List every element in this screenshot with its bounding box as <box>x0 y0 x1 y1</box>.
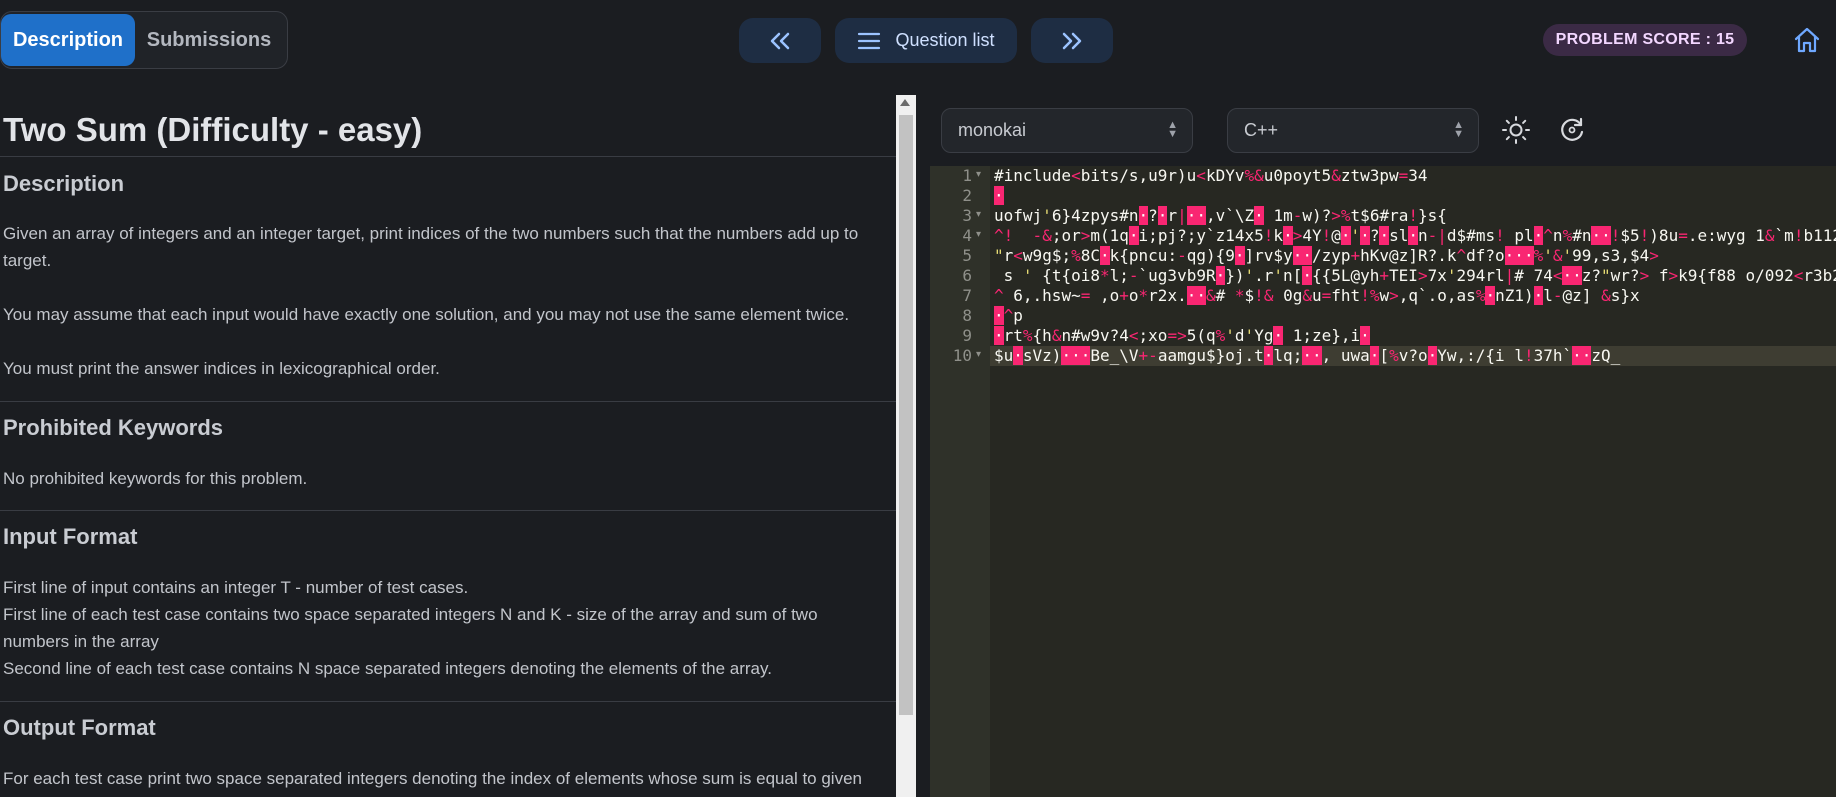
home-button[interactable] <box>1792 24 1822 56</box>
fold-arrow-icon[interactable]: ▾ <box>976 349 981 360</box>
question-list-button[interactable]: Question list <box>835 18 1017 63</box>
tab-description[interactable]: Description <box>1 14 135 66</box>
code-line[interactable]: ·rt%{h&n#w9v?4<;xo=>5(q%'d'Yg· 1;ze},i· <box>994 326 1370 345</box>
code-line[interactable]: uofwj'6}4zpys#n·?·r|··,v`\Z· 1m-w)?>%t$6… <box>994 206 1447 225</box>
line-number: 4 <box>962 226 972 245</box>
home-icon <box>1794 27 1820 53</box>
line-number: 6 <box>962 266 972 285</box>
top-bar: Description Submissions Question list PR <box>0 0 1836 80</box>
scrollbar-thumb[interactable] <box>899 115 913 715</box>
list-icon <box>858 32 881 49</box>
prohibited-keywords-text: No prohibited keywords for this problem. <box>3 469 308 488</box>
output-format-text: For each test case print two space separ… <box>3 769 862 788</box>
input-format-heading: Input Format <box>3 524 138 549</box>
problem-title: Two Sum (Difficulty - easy) <box>3 111 423 148</box>
theme-select-value: monokai <box>958 120 1027 140</box>
theme-toggle-button[interactable] <box>1498 112 1534 148</box>
sun-icon <box>1502 116 1530 144</box>
line-number: 3 <box>962 206 972 225</box>
language-select-value: C++ <box>1244 120 1279 140</box>
fold-arrow-icon[interactable]: ▾ <box>976 209 981 220</box>
fold-arrow-icon[interactable]: ▾ <box>976 229 981 240</box>
problem-statement-panel: Two Sum (Difficulty - easy) Description … <box>0 95 896 797</box>
question-list-label: Question list <box>895 30 995 50</box>
line-number: 7 <box>962 286 972 305</box>
view-tabs: Description Submissions <box>0 11 288 69</box>
line-number: 10 <box>952 346 972 365</box>
code-line[interactable]: ^ 6,.hsw~= ,o+o*r2x.··&# *$!& 0g&u=fht!%… <box>994 286 1640 305</box>
input-format-line-1: First line of input contains an integer … <box>3 578 469 597</box>
code-line[interactable]: ·^p <box>994 306 1023 325</box>
divider <box>0 510 896 511</box>
statement-scrollbar[interactable] <box>896 95 916 797</box>
divider <box>0 156 896 157</box>
problem-score-badge: PROBLEM SCORE : 15 <box>1543 24 1747 56</box>
language-select[interactable]: C++ ▲ ▼ <box>1227 108 1479 153</box>
description-paragraph-2: You may assume that each input would hav… <box>3 305 850 324</box>
double-chevron-right-icon <box>1062 32 1082 49</box>
previous-question-button[interactable] <box>739 18 821 63</box>
description-heading: Description <box>3 171 125 196</box>
description-paragraph-1: Given an array of integers and an intege… <box>3 224 859 270</box>
select-caret-icon: ▲ ▼ <box>1453 119 1464 140</box>
reset-icon <box>1561 117 1584 141</box>
divider <box>0 401 896 402</box>
code-line[interactable]: $u·sVz)···Be_\V+-aamgu$}oj.t·lq;··, uwa·… <box>994 346 1620 365</box>
line-number: 5 <box>962 246 972 265</box>
line-number: 1 <box>962 166 972 185</box>
line-number: 8 <box>962 306 972 325</box>
select-caret-icon: ▲ ▼ <box>1167 119 1178 140</box>
description-paragraph-3: You must print the answer indices in lex… <box>3 359 440 378</box>
fold-arrow-icon[interactable]: ▾ <box>976 169 981 180</box>
double-chevron-left-icon <box>770 32 790 49</box>
code-editor[interactable]: 1 ▾ 2 3 ▾ 4 ▾ 5 6 7 8 9 10 ▾ #include<bits/s,u9r)u<kDY… <box>930 166 1836 797</box>
line-number: 2 <box>962 186 972 205</box>
input-format-line-3: Second line of each test case contains N… <box>3 659 772 678</box>
code-line[interactable]: "r<w9g$;%8C·k{pncu:-qg){9·]rv$y··/zyp+hK… <box>994 246 1659 265</box>
reset-code-button[interactable] <box>1554 112 1590 148</box>
theme-select[interactable]: monokai ▲ ▼ <box>941 108 1193 153</box>
prohibited-keywords-heading: Prohibited Keywords <box>3 415 224 440</box>
output-format-heading: Output Format <box>3 715 156 740</box>
code-line[interactable]: · <box>994 186 1004 205</box>
next-question-button[interactable] <box>1031 18 1113 63</box>
code-line[interactable]: s ' {t{oi8*l;-`ug3vb9R·})'.r'n[·{{5L@yh+… <box>994 266 1836 285</box>
code-line[interactable]: ^! -&;or>m(1q·i;pj?;y`z14x5!k·>4Y!@·'·?·… <box>994 226 1836 245</box>
scroll-up-arrow-icon[interactable] <box>900 99 910 106</box>
line-number: 9 <box>962 326 972 345</box>
tab-submissions[interactable]: Submissions <box>135 14 283 66</box>
code-line[interactable]: #include<bits/s,u9r)u<kDYv%&u0poyt5&ztw3… <box>994 166 1428 185</box>
divider <box>0 701 896 702</box>
input-format-line-2: First line of each test case contains tw… <box>3 605 818 651</box>
app-root: Description Submissions Question list PR <box>0 0 1836 797</box>
